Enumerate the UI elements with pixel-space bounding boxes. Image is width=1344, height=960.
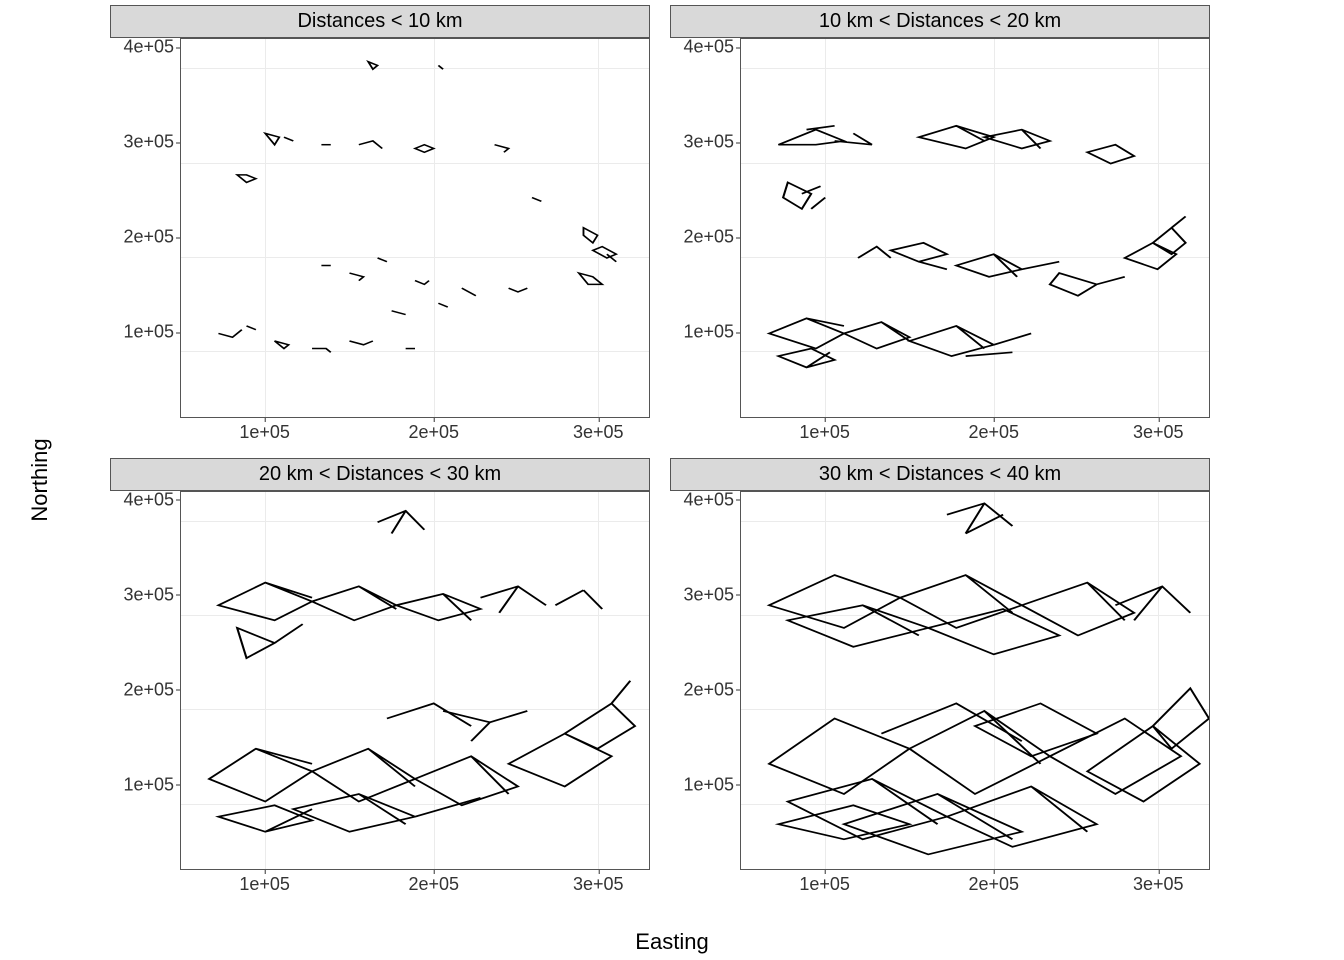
facet-3-y-ticks: 1e+05 2e+05 3e+05 4e+05 xyxy=(670,491,740,871)
facet-0-title: Distances < 10 km xyxy=(110,5,650,38)
y-axis-label: Northing xyxy=(27,438,53,521)
facet-0-y-ticks: 1e+05 2e+05 3e+05 4e+05 xyxy=(110,38,180,418)
facet-0-x-ticks: 1e+05 2e+05 3e+05 xyxy=(180,418,650,448)
facet-0-panel xyxy=(180,38,650,418)
facet-2-network xyxy=(181,492,649,870)
facet-0-network xyxy=(181,39,649,417)
facet-2-x-ticks: 1e+05 2e+05 3e+05 xyxy=(180,870,650,900)
facet-2-title: 20 km < Distances < 30 km xyxy=(110,458,650,491)
facet-0: Distances < 10 km 1e+05 2e+05 3e+05 4e+0… xyxy=(110,5,650,448)
facet-1-title: 10 km < Distances < 20 km xyxy=(670,5,1210,38)
facet-2-y-ticks: 1e+05 2e+05 3e+05 4e+05 xyxy=(110,491,180,871)
facet-1-y-ticks: 1e+05 2e+05 3e+05 4e+05 xyxy=(670,38,740,418)
facet-1-x-ticks: 1e+05 2e+05 3e+05 xyxy=(740,418,1210,448)
facet-2: 20 km < Distances < 30 km 1e+05 2e+05 3e… xyxy=(110,458,650,901)
x-axis-label: Easting xyxy=(635,929,708,955)
facet-1-panel xyxy=(740,38,1210,418)
facet-3-network xyxy=(741,492,1209,870)
facet-3: 30 km < Distances < 40 km 1e+05 2e+05 3e… xyxy=(670,458,1210,901)
facet-2-panel xyxy=(180,491,650,871)
facet-1-network xyxy=(741,39,1209,417)
facet-grid: Distances < 10 km 1e+05 2e+05 3e+05 4e+0… xyxy=(110,5,1210,900)
facet-3-x-ticks: 1e+05 2e+05 3e+05 xyxy=(740,870,1210,900)
facet-3-panel xyxy=(740,491,1210,871)
facet-1: 10 km < Distances < 20 km 1e+05 2e+05 3e… xyxy=(670,5,1210,448)
facet-3-title: 30 km < Distances < 40 km xyxy=(670,458,1210,491)
